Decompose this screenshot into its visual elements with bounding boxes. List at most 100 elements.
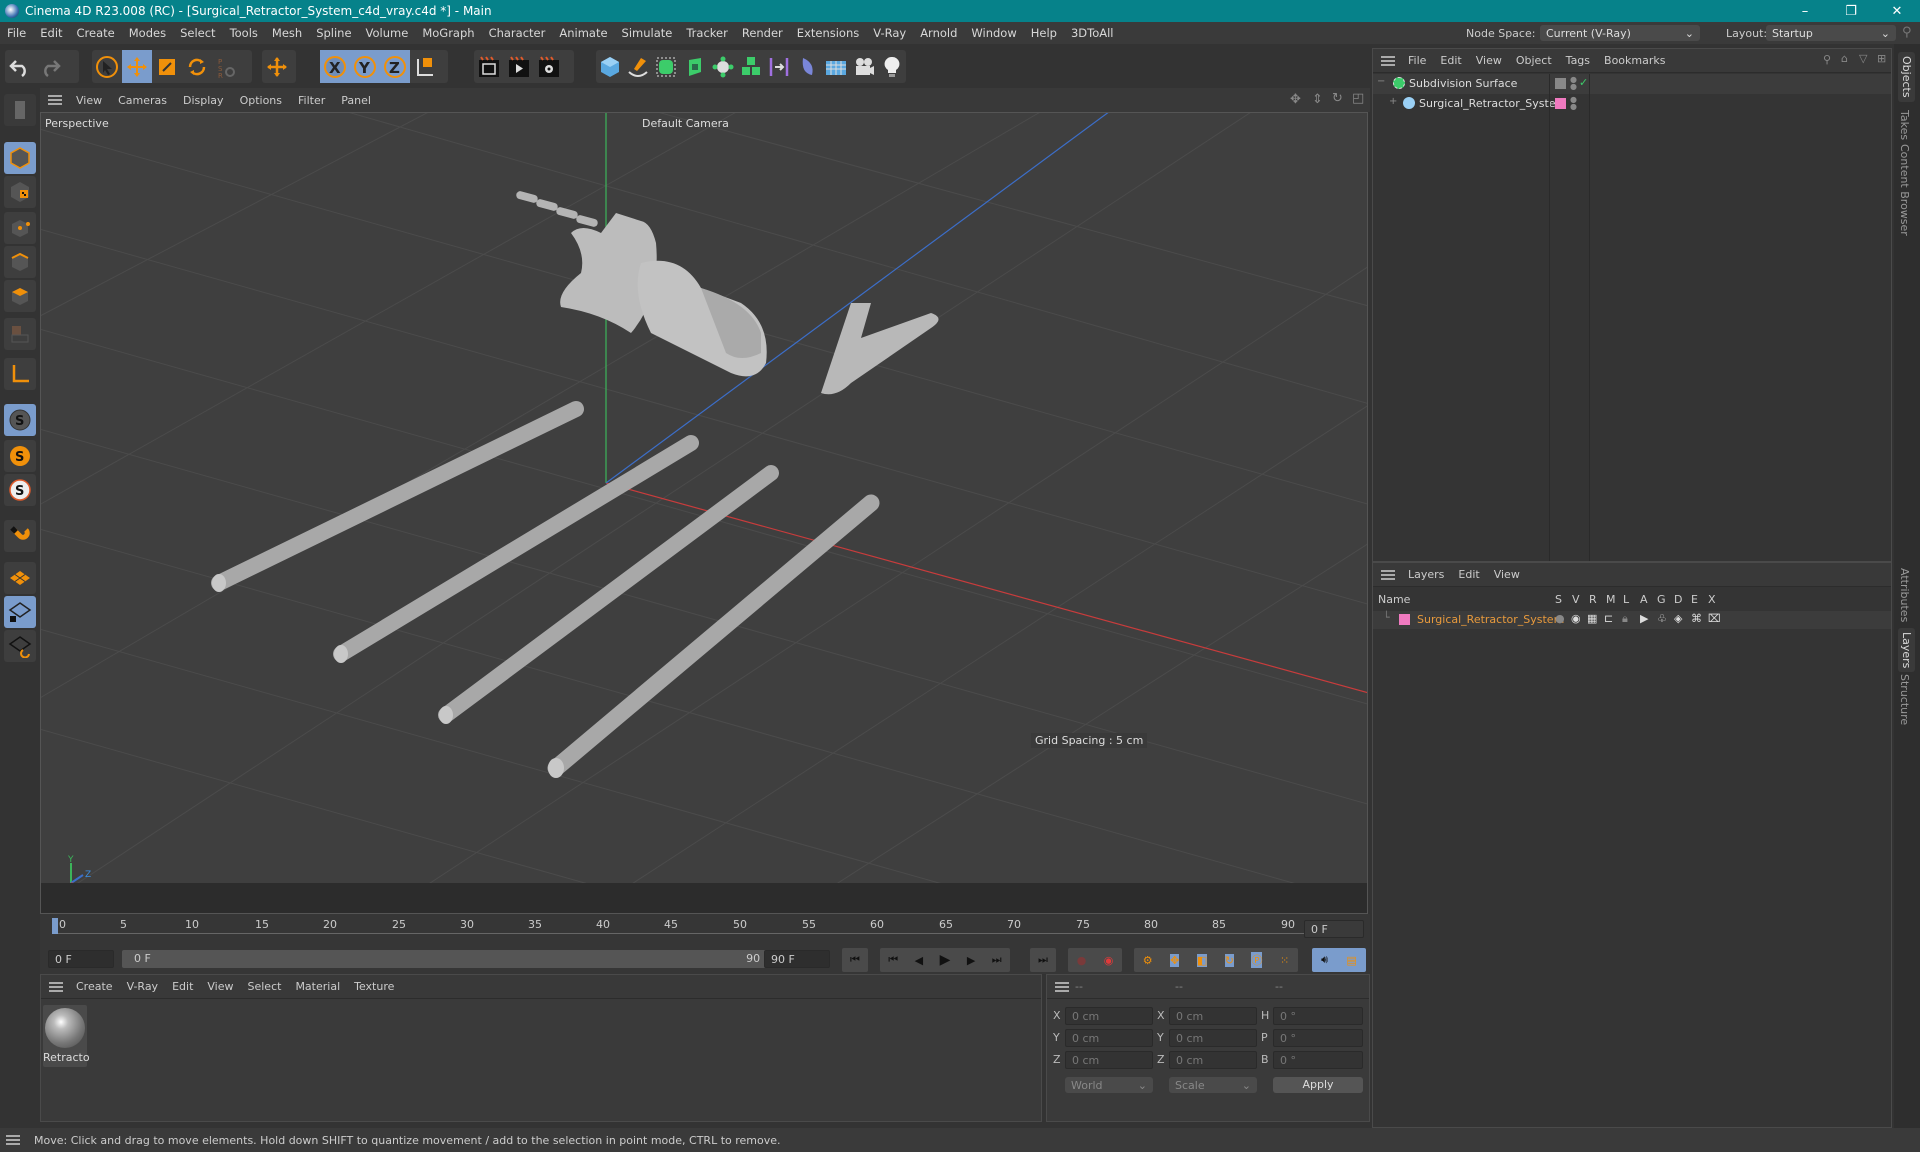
- deformer-button[interactable]: [765, 50, 793, 83]
- snap-button[interactable]: S: [4, 404, 36, 436]
- layers-menu-edit[interactable]: Edit: [1451, 568, 1486, 581]
- current-frame-field-right[interactable]: 0 F: [1304, 920, 1364, 938]
- viewport-menu-filter[interactable]: Filter: [290, 94, 333, 107]
- key-position-icon[interactable]: ✥: [1170, 953, 1180, 967]
- status-hamburger-icon[interactable]: [6, 1135, 20, 1145]
- coordinate-system-button[interactable]: [410, 50, 440, 83]
- column-solo[interactable]: S: [1555, 593, 1562, 606]
- layers-menu-view[interactable]: View: [1487, 568, 1527, 581]
- y-axis-button[interactable]: Y: [350, 50, 380, 83]
- column-xref[interactable]: X: [1708, 593, 1716, 606]
- viewport-maximize-icon[interactable]: ◰: [1352, 91, 1364, 106]
- column-generators[interactable]: G: [1657, 593, 1666, 606]
- axis-mode-button[interactable]: [4, 358, 36, 390]
- column-expressions[interactable]: E: [1691, 593, 1698, 606]
- x-axis-button[interactable]: X: [320, 50, 350, 83]
- column-render[interactable]: R: [1589, 593, 1597, 606]
- object-row[interactable]: − Subdivision Surface ● ● ✓: [1373, 74, 1891, 94]
- tab-layers[interactable]: Layers: [1898, 628, 1915, 673]
- apply-button[interactable]: Apply: [1273, 1077, 1363, 1093]
- workplane-snap-button[interactable]: S: [4, 474, 36, 506]
- undo-button[interactable]: [5, 50, 35, 83]
- camera-name[interactable]: Default Camera: [642, 117, 729, 130]
- extrude-button[interactable]: [681, 50, 709, 83]
- tab-attributes[interactable]: Attributes: [1898, 568, 1911, 622]
- live-selection-button[interactable]: [262, 50, 292, 83]
- column-animation[interactable]: A: [1640, 593, 1648, 606]
- viewport-pan-icon[interactable]: ✥: [1290, 92, 1301, 107]
- visibility-dots-icon[interactable]: ● ●: [1570, 96, 1577, 111]
- key-rotation-icon[interactable]: ↻: [1224, 953, 1234, 967]
- pen-button[interactable]: [624, 50, 652, 83]
- key-parameter-icon[interactable]: Ⓟ: [1251, 952, 1263, 968]
- layout-select[interactable]: Startup ⌄: [1766, 25, 1896, 41]
- render-view-button[interactable]: [504, 50, 534, 83]
- render-region-button[interactable]: [474, 50, 504, 83]
- visible-eye-icon[interactable]: ◉: [1571, 612, 1581, 625]
- range-slider[interactable]: 0 F 90 F: [122, 950, 782, 968]
- menu-window[interactable]: Window: [964, 26, 1023, 40]
- key-pla-icon[interactable]: ⁙: [1280, 954, 1289, 967]
- previous-frame-icon[interactable]: ◀: [915, 954, 923, 967]
- menu-tools[interactable]: Tools: [223, 26, 265, 40]
- manager-hierarchy-icon[interactable]: ⊏: [1604, 612, 1613, 625]
- rot-p-field[interactable]: 0 °: [1273, 1029, 1363, 1047]
- field-button[interactable]: [793, 50, 821, 83]
- visibility-dots-icon[interactable]: ● ●: [1570, 76, 1577, 91]
- menu-modes[interactable]: Modes: [122, 26, 173, 40]
- keyframe-selection-icon[interactable]: ⚙: [1143, 954, 1153, 967]
- coordinates-hamburger-icon[interactable]: [1055, 981, 1069, 992]
- objects-menu-object[interactable]: Object: [1509, 54, 1559, 67]
- filter-icon[interactable]: ▽: [1859, 52, 1867, 65]
- pos-x-field[interactable]: 0 cm: [1065, 1007, 1153, 1025]
- menu-vray[interactable]: V-Ray: [866, 26, 913, 40]
- move-tool-button[interactable]: [122, 50, 152, 83]
- menu-tracker[interactable]: Tracker: [679, 26, 735, 40]
- tab-objects[interactable]: Objects: [1898, 52, 1915, 102]
- layer-color-swatch[interactable]: [1555, 98, 1566, 109]
- object-mode-button[interactable]: [4, 142, 36, 174]
- previous-key-icon[interactable]: ⏮: [888, 953, 898, 967]
- transform-mode-select[interactable]: Scale ⌄: [1169, 1077, 1257, 1093]
- layers-menu-layers[interactable]: Layers: [1401, 568, 1451, 581]
- layers-hamburger-icon[interactable]: [1381, 569, 1395, 580]
- layer-color-swatch[interactable]: [1399, 614, 1410, 625]
- workplane-button[interactable]: [4, 562, 36, 594]
- size-z-field[interactable]: 0 cm: [1169, 1051, 1257, 1069]
- workplane-sync-button[interactable]: [4, 630, 36, 662]
- menu-create[interactable]: Create: [70, 26, 122, 40]
- material-hamburger-icon[interactable]: [49, 981, 63, 992]
- new-window-icon[interactable]: ⊞: [1877, 52, 1886, 65]
- pos-z-field[interactable]: 0 cm: [1065, 1051, 1153, 1069]
- menu-edit[interactable]: Edit: [33, 26, 69, 40]
- floor-button[interactable]: [822, 50, 850, 83]
- start-frame-field[interactable]: 0 F: [48, 950, 114, 968]
- cube-button[interactable]: [596, 50, 624, 83]
- viewport-menu-cameras[interactable]: Cameras: [110, 94, 175, 107]
- scale-tool-button[interactable]: [152, 50, 182, 83]
- generator-icon[interactable]: ♧: [1657, 612, 1667, 625]
- psr-tool-button[interactable]: PSR: [212, 50, 242, 83]
- material-menu-edit[interactable]: Edit: [165, 980, 200, 993]
- subdivision-button[interactable]: [652, 50, 680, 83]
- column-name[interactable]: Name: [1378, 593, 1410, 606]
- objects-menu-bookmarks[interactable]: Bookmarks: [1597, 54, 1672, 67]
- objects-hamburger-icon[interactable]: [1381, 55, 1395, 66]
- home-icon[interactable]: ⌂: [1841, 52, 1848, 65]
- viewport-menu-view[interactable]: View: [68, 94, 110, 107]
- select-tool-button[interactable]: [92, 50, 122, 83]
- z-axis-button[interactable]: Z: [380, 50, 410, 83]
- rot-h-field[interactable]: 0 °: [1273, 1007, 1363, 1025]
- objects-menu-tags[interactable]: Tags: [1559, 54, 1597, 67]
- menu-spline[interactable]: Spline: [309, 26, 358, 40]
- autokey-icon[interactable]: ◉: [1104, 954, 1114, 967]
- objects-menu-edit[interactable]: Edit: [1433, 54, 1468, 67]
- object-row[interactable]: + Surgical_Retractor_System ● ●: [1373, 94, 1891, 114]
- menu-file[interactable]: File: [0, 26, 33, 40]
- viewport-rotate-icon[interactable]: ↻: [1332, 91, 1343, 106]
- editor-visibility-icon[interactable]: [1555, 78, 1566, 89]
- lock-icon[interactable]: 🔒︎: [1622, 612, 1628, 626]
- layer-name[interactable]: Surgical_Retractor_System: [1417, 613, 1564, 626]
- viewport-hamburger-icon[interactable]: [48, 95, 62, 105]
- redo-button[interactable]: [35, 50, 65, 83]
